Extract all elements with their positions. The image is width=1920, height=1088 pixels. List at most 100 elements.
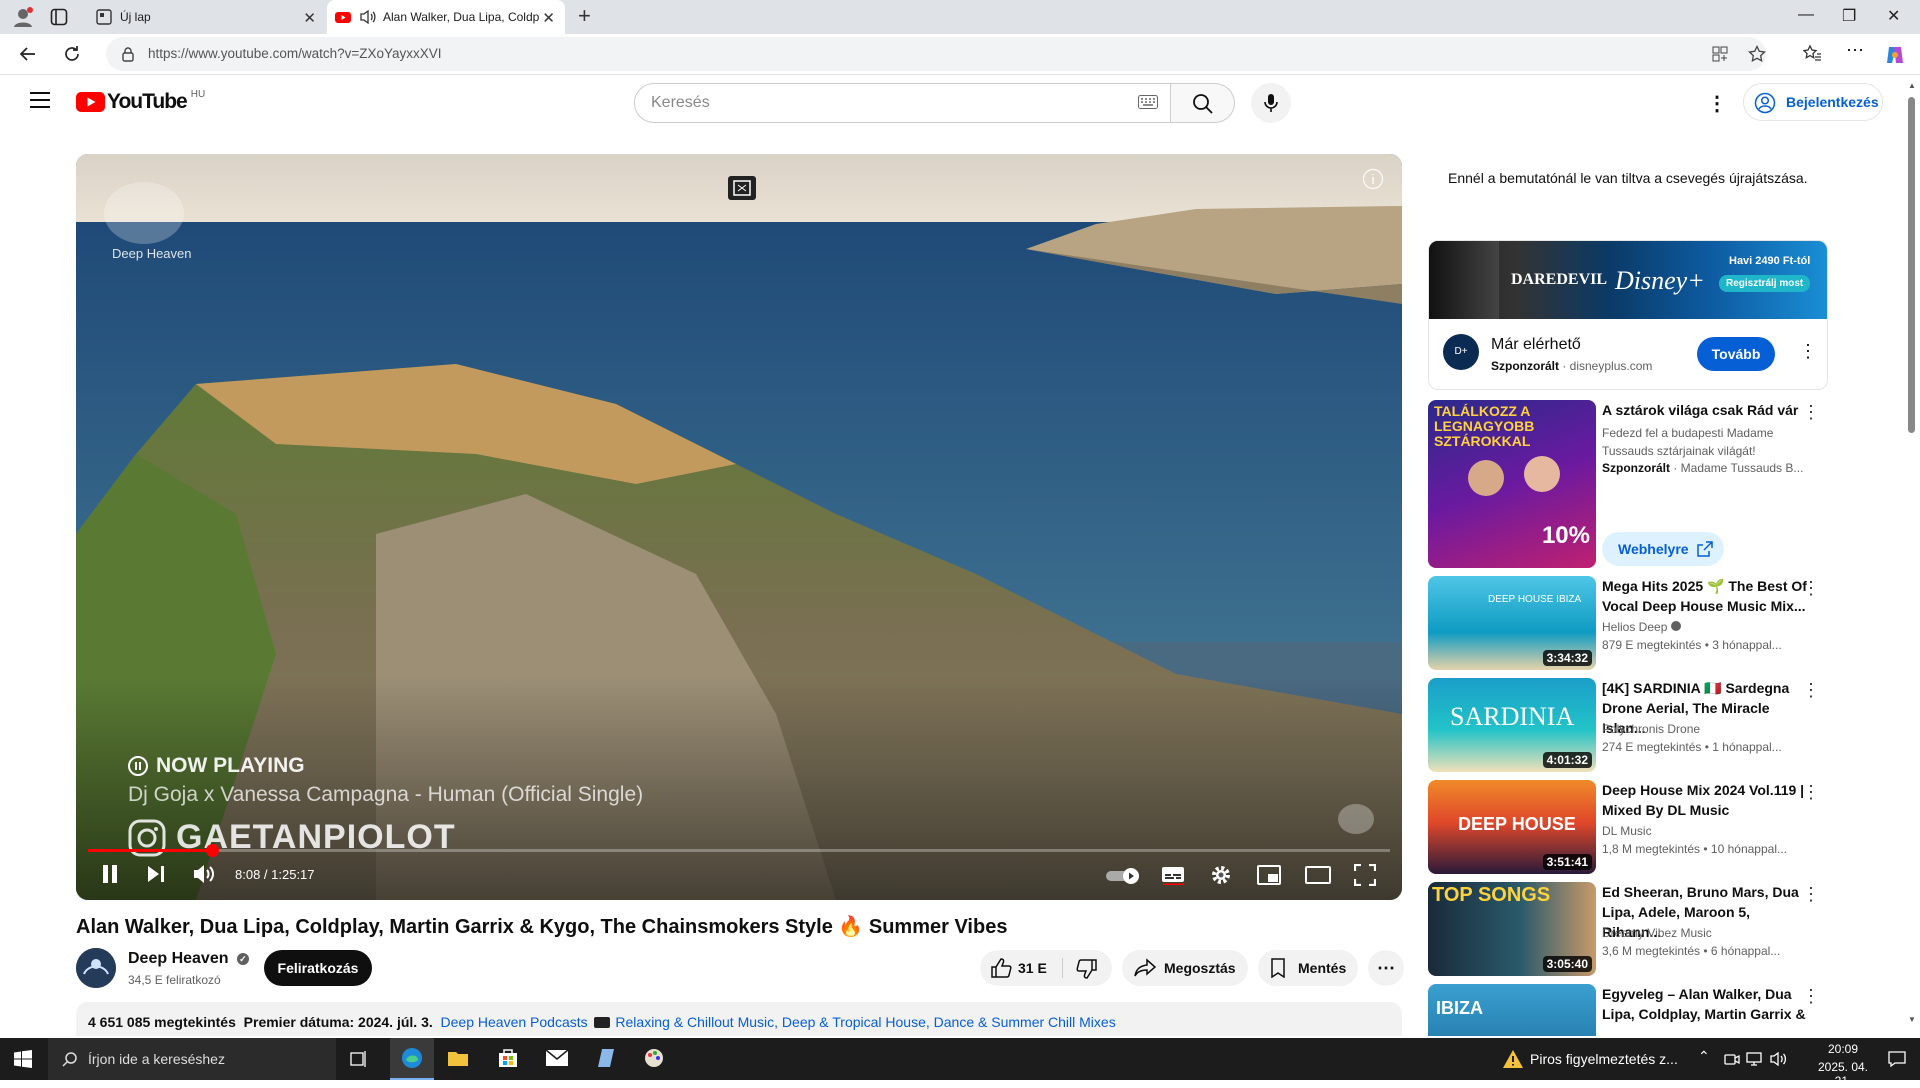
notification-center-icon[interactable] bbox=[1888, 1050, 1906, 1068]
tab-actions-icon[interactable] bbox=[50, 8, 68, 26]
item-more-icon[interactable]: ⋮ bbox=[1802, 402, 1820, 423]
pause-icon[interactable] bbox=[100, 862, 120, 886]
speaker-icon[interactable] bbox=[359, 9, 376, 25]
windows-start-icon[interactable] bbox=[14, 1050, 32, 1068]
sponsored-title[interactable]: A sztárok világa csak Rád vár bbox=[1602, 400, 1807, 420]
recommended-channel[interactable]: DL Music bbox=[1602, 824, 1652, 838]
recommended-thumbnail[interactable]: TOP SONGS 3:05:40 bbox=[1428, 882, 1596, 976]
recommended-thumbnail[interactable]: DEEP HOUSE IBIZA 3:34:32 bbox=[1428, 576, 1596, 670]
recommended-item[interactable]: DEEP HOUSE 3:51:41 Deep House Mix 2024 V… bbox=[1428, 780, 1828, 874]
share-button[interactable]: Megosztás bbox=[1122, 950, 1248, 986]
sponsored-item[interactable]: TALÁLKOZZ A LEGNAGYOBB SZTÁROKKAL 10% A … bbox=[1428, 400, 1828, 568]
notepad-icon[interactable] bbox=[594, 1047, 616, 1069]
show-hidden-icons[interactable]: ⌃ bbox=[1698, 1048, 1710, 1065]
recommended-title[interactable]: Deep House Mix 2024 Vol.119 | Mixed By D… bbox=[1602, 780, 1807, 820]
settings-more-icon[interactable]: ⋯ bbox=[1846, 40, 1864, 61]
scroll-up-icon[interactable]: ▲ bbox=[1908, 81, 1916, 90]
exit-miniplayer-icon[interactable] bbox=[728, 176, 756, 200]
next-icon[interactable] bbox=[146, 864, 166, 884]
recommended-thumbnail[interactable]: SARDINIA 4:01:32 bbox=[1428, 678, 1596, 772]
copilot-icon[interactable] bbox=[1884, 44, 1906, 66]
network-icon[interactable] bbox=[1746, 1051, 1764, 1067]
reload-icon[interactable] bbox=[62, 44, 82, 64]
favorites-icon[interactable] bbox=[1802, 44, 1822, 64]
more-actions-button[interactable]: ⋯ bbox=[1368, 950, 1404, 986]
subscribe-button[interactable]: Feliratkozás bbox=[264, 950, 372, 986]
sign-in-button[interactable]: Bejelentkezés bbox=[1743, 83, 1883, 121]
mail-icon[interactable] bbox=[545, 1049, 569, 1067]
visit-site-button[interactable]: Webhelyre bbox=[1602, 532, 1724, 566]
sponsored-thumbnail[interactable]: TALÁLKOZZ A LEGNAGYOBB SZTÁROKKAL 10% bbox=[1428, 400, 1596, 568]
task-view-icon[interactable] bbox=[350, 1050, 368, 1068]
taskbar-search[interactable]: Írjon ide a kereséshez bbox=[48, 1038, 336, 1080]
item-more-icon[interactable]: ⋮ bbox=[1802, 884, 1820, 905]
search-button[interactable] bbox=[1171, 83, 1235, 123]
scroll-down-icon[interactable]: ▼ bbox=[1908, 1015, 1916, 1024]
description-box[interactable]: 4 651 085 megtekintés Premier dátuma: 20… bbox=[76, 1002, 1402, 1036]
description-link[interactable]: Relaxing & Chillout Music, Deep & Tropic… bbox=[615, 1014, 1115, 1030]
app-available-icon[interactable] bbox=[1712, 46, 1728, 62]
favorite-star-icon[interactable] bbox=[1748, 45, 1766, 63]
close-tab-icon[interactable]: ✕ bbox=[303, 9, 316, 27]
recommended-channel[interactable]: Helios Deep bbox=[1602, 620, 1681, 634]
url-bar[interactable]: https://www.youtube.com/watch?v=ZXoYayxx… bbox=[106, 37, 1766, 71]
tab-new-tab[interactable]: Új lap ✕ bbox=[84, 0, 326, 34]
profile-icon[interactable] bbox=[12, 6, 34, 28]
like-count[interactable]: 31 E bbox=[1018, 960, 1047, 976]
edge-taskbar-icon[interactable] bbox=[390, 1038, 434, 1080]
item-more-icon[interactable]: ⋮ bbox=[1802, 782, 1820, 803]
recommended-item[interactable]: SARDINIA 4:01:32 [4K] SARDINIA 🇮🇹 Sardeg… bbox=[1428, 678, 1828, 772]
video-player[interactable]: Deep Heaven NOW PLAYING Dj Goja x Vaness… bbox=[76, 154, 1402, 900]
recommended-thumbnail[interactable]: IBIZA bbox=[1428, 984, 1596, 1036]
scrollbar-thumb[interactable] bbox=[1908, 97, 1915, 433]
ad-banner[interactable]: DAREDEVIL Disney+ Havi 2490 Ft-tól Regis… bbox=[1429, 241, 1827, 319]
disney-ad-card[interactable]: DAREDEVIL Disney+ Havi 2490 Ft-tól Regis… bbox=[1428, 240, 1828, 390]
channel-avatar[interactable] bbox=[76, 948, 116, 988]
like-icon[interactable] bbox=[990, 958, 1012, 978]
ad-more-icon[interactable]: ⋮ bbox=[1799, 341, 1817, 362]
channel-name[interactable]: Deep Heaven ✓ bbox=[128, 950, 249, 968]
ad-cta-button[interactable]: Tovább bbox=[1697, 337, 1775, 371]
settings-kebab-icon[interactable]: ⋮ bbox=[1707, 91, 1727, 116]
search-input[interactable]: Keresés bbox=[634, 83, 1171, 123]
tab-youtube[interactable]: Alan Walker, Dua Lipa, Coldp ✕ bbox=[327, 0, 565, 34]
site-info-icon[interactable] bbox=[120, 46, 136, 62]
volume-tray-icon[interactable] bbox=[1770, 1051, 1788, 1067]
store-icon[interactable] bbox=[497, 1047, 519, 1069]
new-tab-button[interactable]: + bbox=[578, 3, 591, 29]
info-icon[interactable] bbox=[1362, 168, 1384, 190]
theater-mode-icon[interactable] bbox=[1305, 866, 1331, 884]
volume-icon[interactable] bbox=[192, 863, 216, 885]
file-explorer-icon[interactable] bbox=[447, 1048, 469, 1068]
fullscreen-icon[interactable] bbox=[1354, 864, 1376, 886]
recommended-item[interactable]: TOP SONGS 3:05:40 Ed Sheeran, Bruno Mars… bbox=[1428, 882, 1828, 976]
clock-date[interactable]: 2025. 04. 21. bbox=[1808, 1060, 1878, 1088]
clock-time[interactable]: 20:09 bbox=[1808, 1042, 1878, 1056]
minimize-icon[interactable]: — bbox=[1798, 6, 1814, 24]
voice-search-button[interactable] bbox=[1251, 83, 1291, 123]
settings-gear-icon[interactable] bbox=[1209, 863, 1233, 887]
youtube-logo[interactable]: YouTube HU bbox=[76, 89, 205, 114]
autoplay-toggle[interactable] bbox=[1106, 867, 1142, 885]
save-button[interactable]: Mentés bbox=[1258, 950, 1358, 986]
item-more-icon[interactable]: ⋮ bbox=[1802, 578, 1820, 599]
recommended-title[interactable]: Egyveleg – Alan Walker, Dua Lipa, Coldpl… bbox=[1602, 984, 1807, 1036]
recommended-thumbnail[interactable]: DEEP HOUSE 3:51:41 bbox=[1428, 780, 1596, 874]
subtitles-icon[interactable] bbox=[1161, 865, 1185, 885]
meet-now-icon[interactable] bbox=[1724, 1051, 1740, 1067]
item-more-icon[interactable]: ⋮ bbox=[1802, 986, 1820, 1007]
page-scrollbar[interactable]: ▲ ▼ bbox=[1904, 75, 1920, 1035]
hamburger-menu-icon[interactable] bbox=[29, 91, 51, 109]
back-icon[interactable] bbox=[18, 44, 38, 64]
notification-text[interactable]: Piros figyelmeztetés z... bbox=[1530, 1051, 1678, 1067]
progress-track[interactable] bbox=[88, 844, 1390, 857]
progress-scrubber[interactable] bbox=[205, 844, 219, 857]
close-tab-icon[interactable]: ✕ bbox=[542, 9, 555, 27]
item-more-icon[interactable]: ⋮ bbox=[1802, 680, 1820, 701]
restore-icon[interactable]: ❐ bbox=[1842, 6, 1856, 26]
recommended-title[interactable]: Mega Hits 2025 🌱 The Best Of Vocal Deep … bbox=[1602, 576, 1807, 616]
recommended-item[interactable]: DEEP HOUSE IBIZA 3:34:32 Mega Hits 2025 … bbox=[1428, 576, 1828, 670]
paint-icon[interactable] bbox=[643, 1047, 665, 1069]
dislike-icon[interactable] bbox=[1076, 959, 1098, 979]
keyboard-icon[interactable] bbox=[1138, 95, 1158, 109]
